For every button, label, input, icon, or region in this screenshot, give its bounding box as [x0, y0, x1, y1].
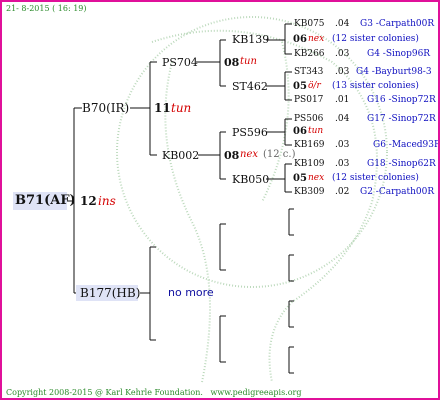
- gg-number: .03: [335, 49, 350, 59]
- kb050-code-tag: nex: [308, 173, 325, 183]
- gg-number: .02: [335, 187, 350, 197]
- gg-number: .04: [335, 114, 350, 124]
- gg-name: KB109: [294, 159, 325, 169]
- website-link[interactable]: www.pedigreeapis.org: [211, 388, 302, 397]
- gg-group: G16 -Sinop72R: [367, 95, 436, 105]
- ps704-code: 08: [224, 56, 240, 69]
- gg-group: G6 -Maced93R: [373, 140, 440, 150]
- gg-group: G4 -Bayburt98-3: [356, 67, 432, 77]
- kb139-code-note: (12 sister colonies): [332, 34, 419, 44]
- gg-number: .03: [335, 67, 350, 77]
- gg-number: .01: [335, 95, 350, 105]
- sire-name[interactable]: B70(IR): [82, 102, 129, 114]
- gg-name: KB169: [294, 140, 325, 150]
- gg-number: .03: [335, 140, 350, 150]
- kb050-name[interactable]: KB050: [232, 174, 269, 185]
- st462-code-note: (13 sister colonies): [332, 81, 419, 91]
- ps596-code: 06: [293, 126, 307, 137]
- ps704-name[interactable]: PS704: [162, 57, 198, 68]
- ps596-name[interactable]: PS596: [232, 127, 268, 138]
- st462-code: 05: [293, 81, 307, 92]
- date-header: 21- 8-2015 ( 16: 19): [6, 4, 87, 13]
- pedigree-frame: 21- 8-2015 ( 16: 19) B71(AF) 12 ins B70(…: [0, 0, 440, 400]
- dam-name[interactable]: B177(HB): [80, 287, 140, 299]
- st462-name[interactable]: ST462: [232, 81, 268, 92]
- kb002-name[interactable]: KB002: [162, 150, 199, 161]
- root-name[interactable]: B71(AF): [15, 194, 76, 207]
- kb002-code-note: (12 c.): [263, 149, 296, 160]
- gg-name: PS506: [294, 114, 324, 124]
- no-more-label: no more: [168, 286, 214, 299]
- kb002-code-tag: nex: [240, 149, 258, 160]
- gg-group: G3 -Carpath00R: [360, 19, 435, 29]
- gg-name: KB075: [294, 19, 325, 29]
- kb002-code: 08: [224, 149, 240, 162]
- sire-code-tag: tun: [171, 101, 192, 115]
- gg-group: G2 -Carpath00R: [360, 187, 435, 197]
- gg-name: ST343: [294, 67, 324, 77]
- ps596-code-tag: tun: [308, 126, 324, 136]
- kb139-name[interactable]: KB139: [232, 34, 269, 45]
- copyright-footer: Copyright 2008-2015 @ Karl Kehrle Founda…: [6, 389, 301, 397]
- gg-name: KB266: [294, 49, 325, 59]
- gg-number: .03: [335, 159, 350, 169]
- sire-code: 11: [154, 101, 171, 115]
- root-code: 12: [80, 194, 97, 208]
- gg-group: G4 -Sinop96R: [367, 49, 431, 59]
- kb139-code: 06: [293, 34, 307, 45]
- st462-code-tag: ö/r: [308, 81, 321, 91]
- gg-group: G17 -Sinop72R: [367, 114, 436, 124]
- copyright-text: Copyright 2008-2015 @ Karl Kehrle Founda…: [6, 388, 203, 397]
- ps704-code-tag: tun: [240, 56, 257, 67]
- kb139-code-tag: nex: [308, 34, 325, 44]
- kb050-code-note: (12 sister colonies): [332, 173, 419, 183]
- gg-number: .04: [335, 19, 350, 29]
- root-code-tag: ins: [98, 194, 116, 208]
- gg-group: G18 -Sinop62R: [367, 159, 436, 169]
- kb050-code: 05: [293, 173, 307, 184]
- gg-name: KB309: [294, 187, 325, 197]
- gg-name: PS017: [294, 95, 324, 105]
